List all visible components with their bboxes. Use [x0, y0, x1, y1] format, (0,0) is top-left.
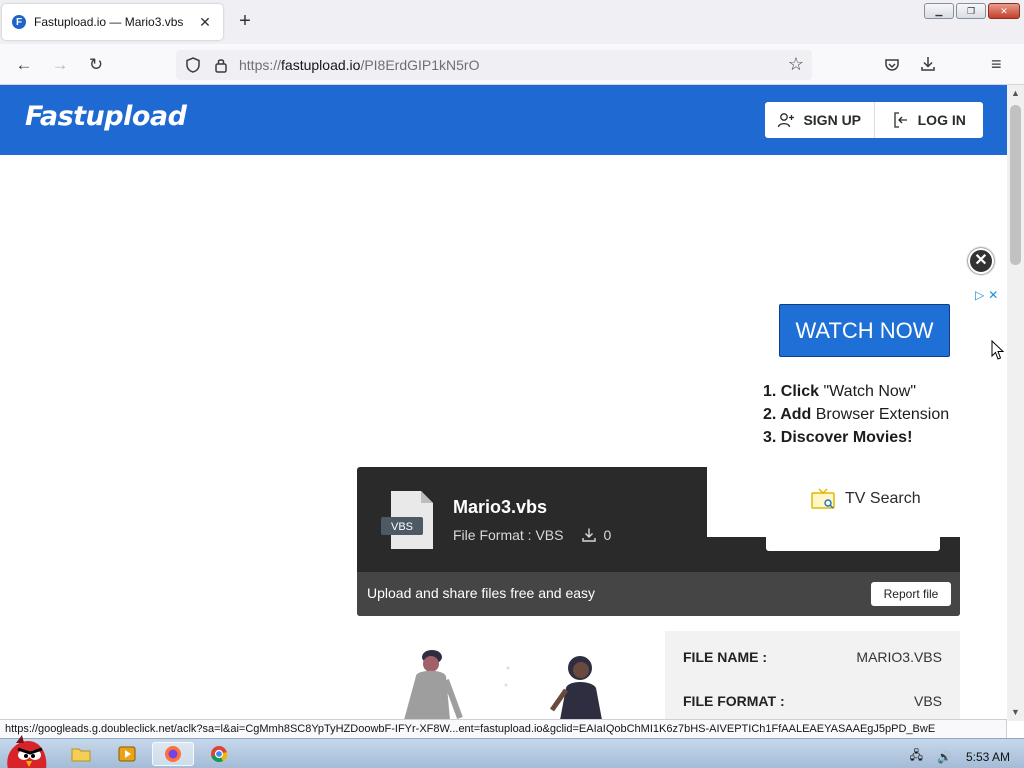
- tracking-shield-icon[interactable]: [184, 56, 202, 74]
- scrollbar-thumb[interactable]: [1010, 105, 1021, 265]
- sign-up-label: SIGN UP: [803, 112, 862, 128]
- new-tab-button[interactable]: +: [234, 11, 256, 33]
- report-file-button[interactable]: Report file: [871, 582, 951, 606]
- taskbar-chrome[interactable]: [198, 742, 240, 766]
- info-label: FILE NAME :: [683, 649, 767, 665]
- network-icon[interactable]: 🖧: [910, 746, 923, 767]
- sign-up-button[interactable]: SIGN UP: [765, 102, 874, 138]
- ad-step-3: 3. Discover Movies!: [763, 429, 913, 446]
- tv-search-icon: [811, 488, 835, 509]
- download-icon: [582, 528, 597, 542]
- log-in-label: LOG IN: [917, 112, 966, 128]
- pocket-icon[interactable]: [883, 56, 901, 74]
- link-status-bar: https://googleads.g.doubleclick.net/aclk…: [0, 719, 1007, 738]
- downloads-icon[interactable]: [919, 55, 937, 73]
- taskbar-explorer[interactable]: [60, 742, 102, 766]
- url-prefix: https://: [239, 57, 282, 73]
- browser-tab-active[interactable]: F Fastupload.io — Mario3.vbs ✕: [2, 4, 223, 40]
- add-user-icon: [778, 113, 795, 128]
- ad-close-button[interactable]: ✕: [968, 248, 994, 274]
- minimize-button[interactable]: ▁: [924, 3, 954, 19]
- url-domain: fastupload.io: [281, 57, 361, 73]
- angry-bird-start-icon[interactable]: [2, 733, 50, 768]
- fastupload-logo[interactable]: Fastupload: [25, 101, 187, 132]
- menu-hamburger-icon[interactable]: ≡: [991, 54, 1002, 75]
- chrome-icon: [211, 746, 228, 763]
- clock[interactable]: 5:53 AM: [966, 750, 1010, 764]
- browser-nav-bar: ← → ↻ https://fastupload.io/PI8ErdGIP1kN…: [0, 44, 1024, 85]
- site-header: Fastupload SIGN UP LOG IN: [0, 85, 1007, 155]
- ad-step-2: 2. Add Browser Extension: [763, 406, 950, 423]
- url-text[interactable]: https://fastupload.io/PI8ErdGIP1kN5rO: [239, 57, 479, 73]
- info-row-file-name: FILE NAME : MARIO3.VBS: [683, 649, 942, 665]
- windows-taskbar: 🖧 🔊 5:53 AM: [0, 735, 1024, 768]
- ad-steps: 1. Click "Watch Now" 2. Add Browser Exte…: [763, 380, 949, 449]
- taskbar-firefox[interactable]: [152, 742, 194, 766]
- tab-close-icon[interactable]: ✕: [197, 14, 213, 31]
- people-illustration: [404, 650, 602, 720]
- browser-tab-bar: F Fastupload.io — Mario3.vbs ✕ + ▁ ❐ ✕: [0, 0, 1024, 44]
- login-icon: [893, 112, 907, 128]
- download-count-value: 0: [603, 527, 612, 543]
- log-in-button[interactable]: LOG IN: [873, 102, 984, 138]
- scroll-up-arrow-icon[interactable]: ▲: [1007, 85, 1024, 102]
- scroll-down-arrow-icon[interactable]: ▼: [1007, 704, 1024, 721]
- watch-now-button[interactable]: WATCH NOW: [779, 304, 950, 357]
- file-document-icon: VBS: [381, 491, 433, 549]
- bookmark-star-icon[interactable]: ☆: [788, 54, 804, 75]
- tv-search-label: TV Search: [845, 490, 921, 507]
- file-format: File Format : VBS: [453, 527, 564, 543]
- tab-title: Fastupload.io — Mario3.vbs: [34, 15, 184, 29]
- tv-search-ad-tab: [766, 537, 940, 551]
- file-card-footer: Upload and share files free and easy Rep…: [357, 572, 960, 616]
- fastupload-favicon-icon: F: [12, 15, 26, 29]
- address-bar[interactable]: https://fastupload.io/PI8ErdGIP1kN5rO ☆: [176, 50, 812, 80]
- info-value: MARIO3.VBS: [856, 649, 942, 665]
- tagline: Upload and share files free and easy: [367, 585, 596, 601]
- ad-choices-icon[interactable]: ▷✕: [975, 288, 1002, 302]
- info-value: VBS: [913, 693, 942, 709]
- url-path: /PI8ErdGIP1kN5rO: [360, 57, 480, 73]
- back-arrow-icon[interactable]: ←: [12, 53, 36, 77]
- info-row-file-format: FILE FORMAT : VBS: [683, 693, 942, 709]
- reload-icon[interactable]: ↻: [84, 53, 108, 77]
- lock-icon[interactable]: [213, 56, 229, 74]
- window-close-button[interactable]: ✕: [988, 3, 1020, 19]
- volume-icon[interactable]: 🔊: [937, 750, 952, 764]
- info-label: FILE FORMAT :: [683, 693, 785, 709]
- firefox-icon: [165, 746, 181, 762]
- download-count: 0: [581, 527, 611, 543]
- taskbar-media-player[interactable]: [106, 742, 148, 766]
- system-tray: 🖧 🔊 5:53 AM: [910, 746, 1010, 767]
- window-controls: ▁ ❐ ✕: [924, 3, 1020, 19]
- mouse-cursor-icon: [991, 340, 1005, 360]
- file-info-table: FILE NAME : MARIO3.VBS FILE FORMAT : VBS: [665, 631, 960, 721]
- page-scrollbar[interactable]: ▲ ▼: [1007, 85, 1024, 721]
- tv-search-link[interactable]: TV Search: [811, 488, 921, 510]
- restore-button[interactable]: ❐: [956, 3, 986, 19]
- file-name: Mario3.vbs: [453, 497, 548, 517]
- auth-buttons: SIGN UP LOG IN: [765, 102, 983, 138]
- file-meta: File Format : VBS 0: [453, 527, 611, 543]
- folder-icon: [71, 748, 91, 762]
- file-icon-label: VBS: [391, 521, 413, 533]
- media-player-icon: [118, 746, 136, 762]
- forward-arrow-icon[interactable]: →: [48, 53, 72, 77]
- ad-step-1: 1. Click "Watch Now": [763, 383, 917, 400]
